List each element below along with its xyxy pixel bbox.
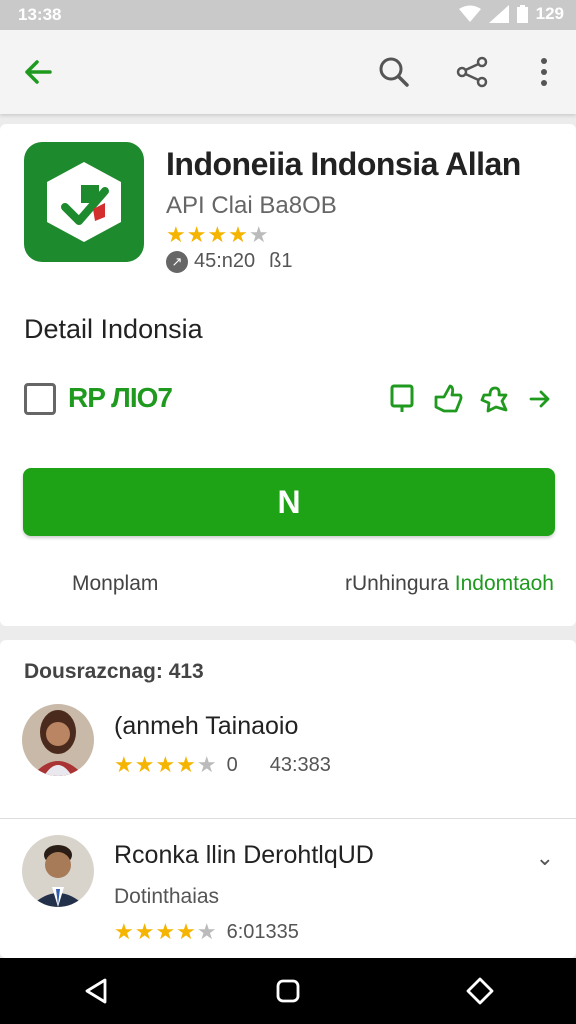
puzzle-button[interactable] — [478, 382, 510, 416]
signal-icon — [488, 5, 509, 23]
action-icons — [386, 382, 556, 416]
forward-button[interactable] — [524, 382, 556, 416]
install-button[interactable]: N — [23, 468, 555, 536]
footer-left-link[interactable]: Monplam — [72, 572, 158, 596]
avatar — [22, 704, 94, 776]
review-rating-text: 6:01335 — [226, 920, 299, 943]
navigation-bar — [0, 958, 576, 1024]
review-item[interactable]: Rconka llin DerohtlqUD Dotinthaias ★★★★★… — [0, 818, 576, 958]
app-downloads: ß1 — [269, 250, 293, 272]
app-title: Indoneiia Indonsia Allan — [166, 146, 521, 182]
arrow-right-icon — [529, 390, 550, 408]
reviews-heading: Dousrazcnag: 413 — [24, 660, 204, 683]
back-button[interactable] — [16, 50, 60, 94]
app-developer[interactable]: API Clai Ba8OB — [166, 192, 337, 220]
review-rating-line: ★★★★★ 0 43:383 — [114, 752, 331, 778]
review-stars-empty: ★ — [196, 752, 217, 777]
reviewer-name: Rconka llin DerohtlqUD — [114, 841, 374, 869]
nav-recents-button[interactable] — [450, 961, 510, 1021]
size-icon: ↗ — [166, 250, 188, 273]
wifi-icon — [458, 5, 481, 22]
status-time: 13:38 — [18, 5, 62, 24]
detail-title: Detail Indonsia — [24, 314, 203, 344]
wishlist-checkbox[interactable] — [24, 383, 56, 415]
app-logo-icon — [47, 162, 121, 242]
app-bar — [0, 30, 576, 114]
share-icon — [456, 56, 488, 88]
app-meta: ↗ 45:n20 ß1 — [166, 250, 293, 273]
puzzle-icon — [480, 386, 508, 413]
thumbs-up-icon — [434, 384, 463, 413]
battery-icon — [516, 5, 528, 23]
status-bar: 13:38 129 — [0, 0, 576, 30]
nav-home-button[interactable] — [258, 961, 318, 1021]
more-button[interactable] — [522, 50, 566, 94]
battery-text: 129 — [535, 4, 564, 23]
app-size: 45:n20 — [194, 250, 256, 272]
bookmark-icon — [390, 384, 414, 412]
arrow-left-icon — [25, 60, 52, 84]
footer-right-text: rUnhingura — [345, 572, 449, 595]
chevron-down-icon[interactable]: ⌄ — [536, 845, 554, 871]
reviewer-name: (anmeh Tainaoio — [114, 712, 299, 740]
bookmark-button[interactable] — [386, 382, 418, 416]
like-button[interactable] — [432, 382, 464, 416]
review-stars-empty: ★ — [196, 919, 217, 944]
app-rating: ★★★★★ — [166, 222, 270, 248]
price-row: RP ЛIO7 — [24, 382, 556, 418]
avatar — [22, 835, 94, 907]
nav-recents-icon — [466, 977, 494, 1005]
share-button[interactable] — [450, 50, 494, 94]
nav-home-icon — [276, 979, 300, 1003]
reviews-card: Dousrazcnag: 413 (anmeh Tainaoio ★★★★★ 0… — [0, 640, 576, 958]
rating-stars-filled: ★★★★ — [166, 222, 249, 247]
review-rating-text: 0 — [226, 753, 238, 776]
install-label: N — [277, 483, 301, 520]
app-detail-card: Indoneiia Indonsia Allan API Clai Ba8OB … — [0, 124, 576, 626]
review-item[interactable]: (anmeh Tainaoio ★★★★★ 0 43:383 — [0, 702, 576, 798]
nav-back-icon — [85, 978, 107, 1004]
footer-right: rUnhingura Indomtaoh — [345, 572, 554, 596]
app-icon — [24, 142, 144, 262]
review-date: 43:383 — [269, 753, 331, 776]
search-icon — [379, 57, 409, 87]
reviewer-subtitle: Dotinthaias — [114, 885, 220, 908]
more-vert-icon — [541, 58, 547, 86]
footer-right-link[interactable]: Indomtaoh — [455, 572, 554, 595]
search-button[interactable] — [372, 50, 416, 94]
review-rating-line: ★★★★★ 6:01335 — [114, 919, 299, 945]
status-icons: 129 — [458, 4, 564, 24]
app-price: RP ЛIO7 — [68, 382, 173, 413]
review-stars-filled: ★★★★ — [114, 752, 197, 777]
nav-back-button[interactable] — [66, 961, 126, 1021]
review-stars-filled: ★★★★ — [114, 919, 197, 944]
rating-stars-empty: ★ — [248, 222, 270, 247]
